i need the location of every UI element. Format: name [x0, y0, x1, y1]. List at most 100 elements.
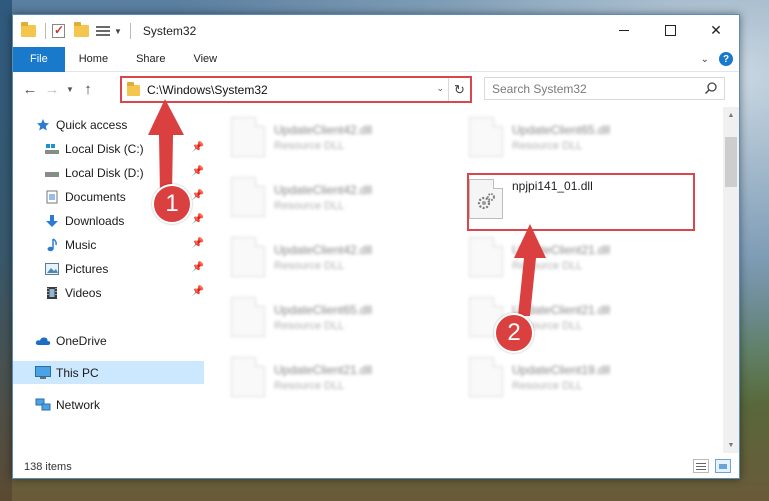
list-item[interactable]: UpdateClient65.dll Resource DLL	[231, 293, 457, 341]
sidebar-item-network[interactable]: Network	[13, 393, 204, 416]
dll-file-icon	[231, 237, 265, 277]
dll-file-icon	[231, 297, 265, 337]
file-type: Resource DLL	[512, 139, 583, 152]
status-bar: 138 items	[13, 455, 739, 478]
videos-icon	[44, 285, 60, 301]
scrollbar-thumb[interactable]	[725, 137, 737, 187]
toolbar-divider	[45, 23, 46, 39]
pin-icon[interactable]: 📌	[192, 238, 204, 249]
sidebar-item-music[interactable]: Music 📌	[13, 233, 204, 256]
step-marker-2: 2	[494, 313, 534, 353]
sidebar-item-pictures[interactable]: Pictures 📌	[13, 257, 204, 280]
item-count: 138 items	[24, 460, 72, 473]
list-item[interactable]: UpdateClient21.dll Resource DLL	[231, 353, 457, 401]
tab-home[interactable]: Home	[65, 47, 122, 72]
help-icon[interactable]: ?	[719, 52, 733, 66]
tab-view[interactable]: View	[179, 47, 231, 72]
sidebar-item-label: Pictures	[65, 261, 109, 276]
sidebar-item-label: Network	[56, 397, 101, 412]
pin-icon[interactable]: 📌	[192, 214, 204, 225]
toolbar-divider	[129, 23, 131, 39]
file-explorer-window: ▼ System32 ✕ File Home Share View ⌄ ? ← …	[12, 14, 740, 479]
step-marker-1: 1	[152, 184, 192, 224]
documents-icon	[44, 189, 60, 205]
tab-share[interactable]: Share	[122, 47, 179, 72]
quick-access-toolbar: ▼	[13, 15, 137, 47]
sidebar-item-label: Documents	[65, 189, 126, 204]
forward-arrow-icon[interactable]: →	[41, 78, 63, 100]
drive-icon	[44, 141, 60, 157]
sidebar-item-onedrive[interactable]: OneDrive	[13, 329, 204, 352]
file-name: UpdateClient42.dll	[274, 242, 373, 257]
dll-file-icon	[469, 357, 503, 397]
folder-icon	[127, 82, 140, 96]
dll-file-icon	[231, 357, 265, 397]
desktop-background-left	[0, 0, 12, 501]
file-type: Resource DLL	[274, 319, 345, 332]
sidebar-item-label: Downloads	[65, 213, 125, 228]
maximize-button[interactable]	[647, 15, 693, 45]
refresh-icon[interactable]: ↻	[448, 78, 470, 101]
minimize-button[interactable]	[601, 15, 647, 45]
file-list: UpdateClient42.dll Resource DLL UpdateCli…	[207, 107, 723, 453]
file-type: Resource DLL	[274, 259, 345, 272]
sidebar-item-label: Local Disk (C:)	[65, 141, 144, 156]
drive-icon	[44, 165, 60, 181]
file-type: Resource DLL	[512, 379, 583, 392]
sidebar-item-label: This PC	[56, 365, 99, 380]
title-bar: ▼ System32 ✕	[13, 15, 739, 47]
pin-icon[interactable]: 📌	[192, 262, 204, 273]
dll-file-icon	[231, 177, 265, 217]
list-item[interactable]: UpdateClient42.dll Resource DLL	[231, 173, 457, 221]
chevron-down-icon[interactable]: ⌄	[436, 83, 444, 94]
vertical-scrollbar[interactable]: ▲ ▼	[723, 107, 739, 453]
window-controls: ✕	[601, 15, 739, 45]
list-item[interactable]: UpdateClient19.dll Resource DLL	[469, 353, 695, 401]
ribbon-right-controls: ⌄ ?	[701, 52, 733, 66]
computer-icon	[35, 365, 51, 381]
close-button[interactable]: ✕	[693, 15, 739, 45]
tab-file[interactable]: File	[13, 46, 65, 72]
sidebar-item-label: Local Disk (D:)	[65, 165, 144, 180]
large-icons-view-icon[interactable]	[715, 459, 731, 473]
search-icon[interactable]	[704, 81, 718, 95]
new-folder-icon[interactable]	[74, 22, 90, 38]
navigation-bar: ← → ▼ ↑ C:\Windows\System32 ⌄ ↻	[13, 72, 739, 106]
file-name: UpdateClient19.dll	[512, 362, 611, 377]
recent-locations-icon[interactable]: ▼	[63, 78, 77, 100]
pin-icon[interactable]: 📌	[192, 286, 204, 297]
window-title: System32	[142, 24, 197, 38]
up-arrow-icon[interactable]: ↑	[77, 78, 99, 100]
file-type: Resource DLL	[274, 199, 345, 212]
scroll-up-icon[interactable]: ▲	[723, 107, 739, 123]
sidebar-item-label: OneDrive	[56, 333, 107, 348]
file-name: UpdateClient65.dll	[274, 302, 373, 317]
network-icon	[35, 397, 51, 413]
properties-check-icon[interactable]	[52, 23, 68, 38]
scroll-down-icon[interactable]: ▼	[723, 437, 739, 453]
list-item[interactable]: UpdateClient42.dll Resource DLL	[231, 113, 457, 161]
file-name: UpdateClient21.dll	[274, 362, 373, 377]
chevron-down-icon[interactable]: ▼	[114, 27, 122, 36]
sidebar-item-label: Quick access	[56, 117, 128, 132]
cloud-icon	[35, 333, 51, 349]
view-toggle	[687, 459, 731, 473]
search-box[interactable]	[484, 77, 725, 100]
pictures-icon	[44, 261, 60, 277]
ribbon-tabs: File Home Share View ⌄ ?	[13, 46, 739, 72]
file-type: Resource DLL	[274, 379, 345, 392]
search-input[interactable]	[492, 81, 702, 96]
folder-icon	[21, 22, 37, 38]
list-item[interactable]: UpdateClient65.dll Resource DLL	[469, 113, 695, 161]
music-icon	[44, 237, 60, 253]
sidebar-item-this-pc[interactable]: This PC	[13, 361, 204, 384]
list-item[interactable]: UpdateClient42.dll Resource DLL	[231, 233, 457, 281]
back-arrow-icon[interactable]: ←	[19, 78, 41, 100]
dll-file-icon	[469, 237, 503, 277]
sidebar-item-videos[interactable]: Videos 📌	[13, 281, 204, 304]
file-name: UpdateClient42.dll	[274, 122, 373, 137]
details-view-icon[interactable]	[693, 459, 709, 473]
customize-toolbar-icon[interactable]	[96, 24, 110, 38]
expand-ribbon-icon[interactable]: ⌄	[701, 54, 709, 65]
sidebar-item-label: Music	[65, 237, 97, 252]
